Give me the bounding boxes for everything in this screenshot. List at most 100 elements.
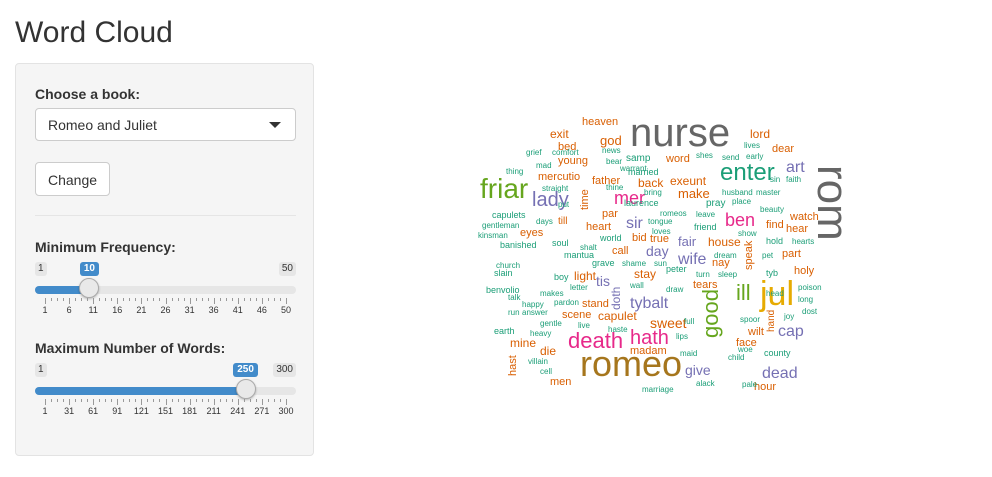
cloud-word: bid	[632, 232, 647, 244]
slider-minor-tick	[111, 298, 113, 301]
slider-minor-tick	[219, 298, 221, 301]
slider-tick	[117, 399, 119, 405]
slider-minor-tick	[243, 399, 245, 402]
slider-tick	[237, 399, 239, 405]
slider-tick	[69, 399, 71, 405]
cloud-word: bring	[644, 188, 662, 197]
cloud-word: leave	[696, 210, 716, 219]
slider-ticks: 1 31 61 91 121 151 181 211 241 271 300	[35, 399, 296, 423]
cloud-word: word	[665, 153, 690, 165]
slider-tick	[117, 298, 119, 304]
slider-tick-label: 121	[133, 406, 149, 416]
slider-tick-label: 271	[254, 406, 270, 416]
slider-tick-label: 11	[88, 305, 98, 315]
slider-minor-tick	[63, 399, 65, 402]
divider	[35, 215, 296, 216]
slider-tick	[165, 298, 167, 304]
cloud-word: time	[579, 189, 591, 210]
slider-minor-tick	[129, 399, 131, 402]
slider-minor-tick	[207, 298, 209, 301]
slider-tick	[45, 399, 46, 405]
slider-minor-tick	[267, 298, 269, 301]
slider-tick-label: 241	[230, 406, 246, 416]
slider-minor-tick	[87, 298, 89, 301]
slider-tick-label: 46	[256, 305, 267, 315]
slider-minor-tick	[279, 298, 281, 301]
cloud-word: makes	[540, 289, 564, 298]
cloud-word: capulets	[492, 210, 526, 220]
cloud-word: banished	[500, 240, 537, 250]
cloud-word: eyes	[520, 227, 544, 239]
slider-handle[interactable]	[79, 278, 100, 298]
slider-tick	[261, 298, 263, 304]
cloud-word: beauty	[760, 205, 784, 214]
cloud-word: pet	[762, 251, 774, 260]
cloud-word: find	[766, 219, 784, 231]
slider-tick-label: 36	[208, 305, 219, 315]
cloud-word: show	[738, 229, 757, 238]
cloud-word: watch	[789, 211, 819, 223]
cloud-word: men	[550, 376, 571, 388]
book-select[interactable]: Romeo and Juliet	[35, 108, 296, 141]
cloud-word: shame	[622, 259, 647, 268]
cloud-word: mad	[536, 161, 552, 170]
cloud-word: haste	[608, 325, 628, 334]
slider-tick-label: 50	[280, 305, 292, 315]
slider-minor-tick	[135, 298, 137, 301]
slider-minor-tick	[183, 298, 185, 301]
cloud-word: light	[574, 269, 597, 283]
slider-minor-tick	[51, 298, 53, 301]
slider-tick	[213, 399, 215, 405]
slider-max-label: 50	[278, 262, 296, 276]
cloud-word: fair	[678, 234, 697, 249]
cloud-word: day	[646, 243, 669, 259]
sidebar-panel: Choose a book: Romeo and Juliet Change M…	[15, 63, 314, 456]
slider-minor-tick	[75, 399, 77, 402]
slider-tick	[189, 298, 191, 304]
slider-tick-label: 31	[64, 406, 75, 416]
cloud-word: par	[602, 208, 618, 220]
slider-minor-tick	[147, 399, 149, 402]
change-button[interactable]: Change	[35, 162, 110, 196]
cloud-word: tears	[693, 279, 718, 291]
cloud-word: cap	[778, 323, 804, 340]
cloud-word: earth	[494, 326, 515, 336]
slider-tick-label: 31	[184, 305, 195, 315]
cloud-word: art	[786, 159, 805, 176]
max-words-slider[interactable]: 1 300 250 1 31 61 91 121 151 181 211 241 271 300	[35, 363, 296, 423]
slider-min-label: 1	[35, 262, 47, 276]
min-frequency-slider[interactable]: 1 50 10 1 6 11 16 21 26 31 36 41 46 50	[35, 262, 296, 322]
slider-minor-tick	[81, 399, 83, 402]
cloud-word: dream	[714, 251, 737, 260]
slider-tick-label: 16	[112, 305, 123, 315]
cloud-word: marriage	[642, 385, 674, 394]
slider-minor-tick	[231, 399, 233, 402]
cloud-word: run	[508, 308, 520, 317]
slider-handle[interactable]	[235, 379, 256, 399]
cloud-word: hour	[754, 381, 776, 393]
cloud-word: draw	[666, 285, 684, 294]
cloud-word: nurse	[630, 111, 730, 155]
slider-tick-label: 1	[42, 305, 48, 315]
cloud-word: head	[766, 289, 784, 298]
cloud-word: sun	[654, 259, 667, 268]
cloud-word: holy	[794, 265, 815, 277]
cloud-word: grief	[526, 148, 542, 157]
slider-tick-label: 61	[88, 406, 99, 416]
cloud-word: child	[728, 353, 744, 362]
cloud-word: letter	[570, 283, 588, 292]
cloud-word: soul	[552, 238, 569, 248]
slider-minor-tick	[57, 399, 59, 402]
slider-tick-label: 1	[42, 406, 48, 416]
cloud-word: pale	[742, 380, 758, 389]
slider-tick-label: 26	[160, 305, 171, 315]
slider-minor-tick	[99, 399, 101, 402]
slider-minor-tick	[201, 298, 203, 301]
slider-minor-tick	[255, 298, 257, 301]
cloud-word: sir	[626, 215, 644, 232]
cloud-word: mine	[510, 336, 536, 350]
cloud-word: gentle	[540, 319, 562, 328]
cloud-word: comfort	[552, 148, 579, 157]
cloud-word: tongue	[648, 217, 673, 226]
cloud-word: loves	[652, 227, 671, 236]
